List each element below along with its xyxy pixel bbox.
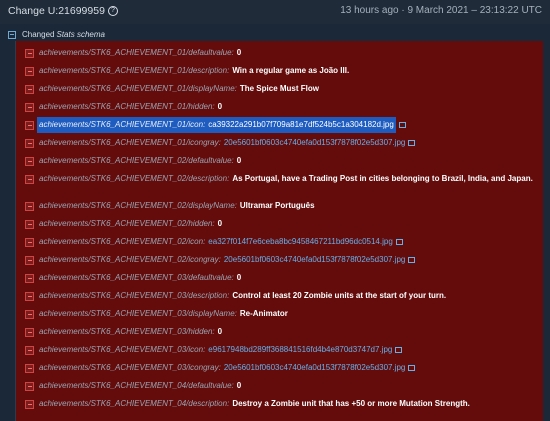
removed-icon xyxy=(25,121,34,130)
external-link-icon[interactable] xyxy=(408,257,416,263)
removed-icon xyxy=(25,274,34,283)
image-link[interactable]: ea327f014f7e6ceba8bc9458467211bd96dc0514… xyxy=(208,234,392,250)
diff-row: achievements/STK6_ACHIEVEMENT_03/descrip… xyxy=(39,288,446,304)
changed-label: Changed xyxy=(22,30,55,39)
diff-key: achievements/STK6_ACHIEVEMENT_01/icon: xyxy=(39,120,206,129)
diff-key: achievements/STK6_ACHIEVEMENT_03/icon: xyxy=(39,345,206,354)
removed-icon xyxy=(25,382,34,391)
diff-value: As Portugal, have a Trading Post in citi… xyxy=(232,174,533,183)
removed-icon xyxy=(25,202,34,211)
diff-row: achievements/STK6_ACHIEVEMENT_03/icongra… xyxy=(39,360,416,376)
removed-icon xyxy=(25,328,34,337)
removed-icon xyxy=(25,400,34,409)
diff-value: 0 xyxy=(236,156,242,165)
diff-key: achievements/STK6_ACHIEVEMENT_04/descrip… xyxy=(39,399,230,408)
diff-value: Ultramar Português xyxy=(239,201,315,210)
diff-value: 0 xyxy=(217,219,223,228)
diff-key: achievements/STK6_ACHIEVEMENT_02/display… xyxy=(39,201,237,210)
diff-row: achievements/STK6_ACHIEVEMENT_01/hidden:… xyxy=(39,99,222,115)
diff-key: achievements/STK6_ACHIEVEMENT_02/icongra… xyxy=(39,255,221,264)
diff-key: achievements/STK6_ACHIEVEMENT_03/display… xyxy=(39,309,237,318)
diff-row: achievements/STK6_ACHIEVEMENT_02/display… xyxy=(39,198,315,214)
removed-icon xyxy=(25,175,34,184)
diff-key: achievements/STK6_ACHIEVEMENT_03/default… xyxy=(39,273,234,282)
diff-key: achievements/STK6_ACHIEVEMENT_04/default… xyxy=(39,381,234,390)
diff-row: achievements/STK6_ACHIEVEMENT_04/descrip… xyxy=(39,396,470,412)
collapse-icon[interactable] xyxy=(8,30,16,39)
diff-value: Win a regular game as João III. xyxy=(232,66,350,75)
diff-key: achievements/STK6_ACHIEVEMENT_01/default… xyxy=(39,48,234,57)
diff-value: Control at least 20 Zombie units at the … xyxy=(232,291,447,300)
removed-icon xyxy=(25,139,34,148)
diff-row: achievements/STK6_ACHIEVEMENT_04/default… xyxy=(39,378,241,394)
removed-icon xyxy=(25,157,34,166)
removed-icon xyxy=(25,346,34,355)
diff-value: ca39322a291b07f709a81e7df524b5c1a304182d… xyxy=(208,120,394,129)
diff-value: 0 xyxy=(236,273,242,282)
diff-row: achievements/STK6_ACHIEVEMENT_02/hidden:… xyxy=(39,216,222,232)
diff-row: achievements/STK6_ACHIEVEMENT_02/default… xyxy=(39,153,241,169)
diff-row: achievements/STK6_ACHIEVEMENT_03/icon: e9… xyxy=(39,342,403,358)
diff-key: achievements/STK6_ACHIEVEMENT_01/display… xyxy=(39,84,237,93)
image-link[interactable]: 20e5601bf0603c4740efa0d153f7878f02e5d307… xyxy=(224,360,406,376)
removed-icon xyxy=(25,310,34,319)
removed-icon xyxy=(25,238,34,247)
image-link[interactable]: e9617948bd289ff368841516fd4b4e870d3747d7… xyxy=(208,342,392,358)
removed-icon xyxy=(25,49,34,58)
diff-row: achievements/STK6_ACHIEVEMENT_01/display… xyxy=(39,81,319,97)
removed-icon xyxy=(25,364,34,373)
diff-key: achievements/STK6_ACHIEVEMENT_03/icongra… xyxy=(39,363,221,372)
diff-key: achievements/STK6_ACHIEVEMENT_03/descrip… xyxy=(39,291,230,300)
diff-key: achievements/STK6_ACHIEVEMENT_02/hidden: xyxy=(39,219,215,228)
external-link-icon[interactable] xyxy=(395,239,403,245)
diff-row: achievements/STK6_ACHIEVEMENT_01/descrip… xyxy=(39,63,349,79)
external-link-icon[interactable] xyxy=(408,365,416,371)
diff-value: 0 xyxy=(217,102,223,111)
change-timestamp: 13 hours ago · 9 March 2021 – 23:13:22 U… xyxy=(340,5,542,16)
diff-row: achievements/STK6_ACHIEVEMENT_01/icon: ca… xyxy=(37,117,406,133)
external-link-icon[interactable] xyxy=(395,347,403,353)
help-icon[interactable]: ? xyxy=(107,6,118,16)
diff-row: achievements/STK6_ACHIEVEMENT_03/default… xyxy=(39,270,241,286)
diff-key: achievements/STK6_ACHIEVEMENT_01/icongra… xyxy=(39,138,221,147)
diff-value: The Spice Must Flow xyxy=(239,84,319,93)
diff-key: achievements/STK6_ACHIEVEMENT_03/hidden: xyxy=(39,327,215,336)
diff-value: 0 xyxy=(217,327,223,336)
external-link-icon[interactable] xyxy=(398,122,406,128)
diff-key: achievements/STK6_ACHIEVEMENT_02/icon: xyxy=(39,237,206,246)
external-link-icon[interactable] xyxy=(408,140,416,146)
diff-value: Destroy a Zombie unit that has +50 or mo… xyxy=(232,399,470,408)
removed-icon xyxy=(25,67,34,76)
diff-row: achievements/STK6_ACHIEVEMENT_01/default… xyxy=(39,45,241,61)
schema-label: Stats schema xyxy=(56,30,105,39)
diff-key: achievements/STK6_ACHIEVEMENT_01/descrip… xyxy=(39,66,230,75)
diff-value: Re-Animator xyxy=(239,309,288,318)
image-link[interactable]: 20e5601bf0603c4740efa0d153f7878f02e5d307… xyxy=(224,252,406,268)
removed-icon xyxy=(25,220,34,229)
removed-icon xyxy=(25,85,34,94)
diff-row: achievements/STK6_ACHIEVEMENT_03/hidden:… xyxy=(39,324,222,340)
diff-value: 0 xyxy=(236,48,242,57)
image-link[interactable]: 20e5601bf0603c4740efa0d153f7878f02e5d307… xyxy=(224,135,406,151)
diff-row: achievements/STK6_ACHIEVEMENT_02/icon: ea… xyxy=(39,234,403,250)
diff-key: achievements/STK6_ACHIEVEMENT_02/descrip… xyxy=(39,174,230,183)
diff-key: achievements/STK6_ACHIEVEMENT_02/default… xyxy=(39,156,234,165)
diff-value: 0 xyxy=(236,381,242,390)
change-title: Change U:21699959 xyxy=(8,5,105,17)
diff-row: achievements/STK6_ACHIEVEMENT_02/descrip… xyxy=(39,172,537,188)
removed-icon xyxy=(25,292,34,301)
removed-icon xyxy=(25,103,34,112)
page-title: Change U:21699959 ? xyxy=(8,5,118,17)
diff-key: achievements/STK6_ACHIEVEMENT_01/hidden: xyxy=(39,102,215,111)
page-header: Change U:21699959 ? 13 hours ago · 9 Mar… xyxy=(0,0,550,24)
changed-section-header[interactable]: Changed Stats schema xyxy=(8,30,105,39)
removed-icon xyxy=(25,256,34,265)
selected-text[interactable]: achievements/STK6_ACHIEVEMENT_01/icon: ca… xyxy=(37,117,396,133)
diff-row: achievements/STK6_ACHIEVEMENT_03/display… xyxy=(39,306,288,322)
diff-row: achievements/STK6_ACHIEVEMENT_01/icongra… xyxy=(39,135,416,151)
diff-row: achievements/STK6_ACHIEVEMENT_02/icongra… xyxy=(39,252,416,268)
